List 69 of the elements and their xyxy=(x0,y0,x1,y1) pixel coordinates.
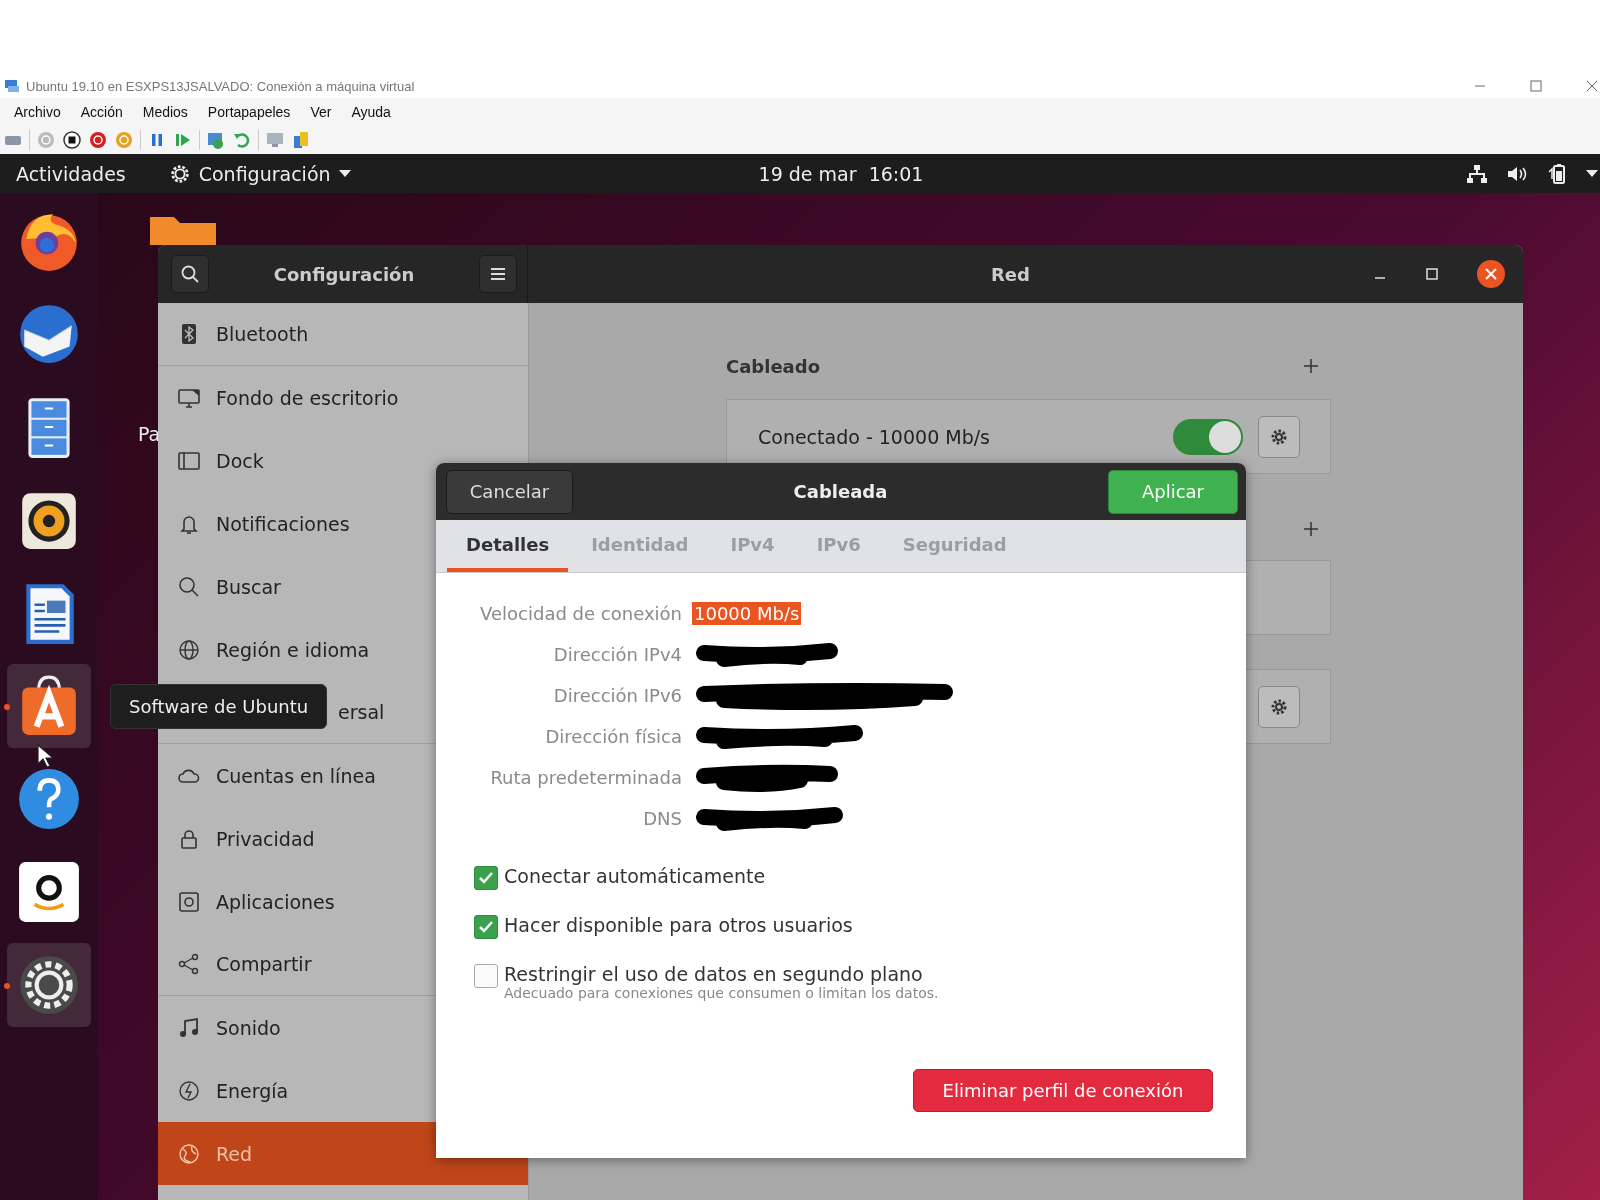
settings-button[interactable] xyxy=(1258,685,1300,728)
share-icon[interactable] xyxy=(291,130,311,150)
activities-button[interactable]: Actividades xyxy=(0,162,142,185)
menu-button[interactable] xyxy=(479,255,517,293)
sidebar-title: Configuración xyxy=(273,263,415,285)
globe-icon xyxy=(178,638,200,661)
sidebar-item[interactable]: Energía xyxy=(158,1059,528,1122)
connection-status: Conectado - 10000 Mb/s xyxy=(758,425,991,448)
caret-icon[interactable] xyxy=(1586,169,1598,178)
settings-button[interactable] xyxy=(1258,415,1300,458)
search-button[interactable] xyxy=(171,255,209,293)
shutdown-icon[interactable] xyxy=(88,130,108,150)
close-icon[interactable] xyxy=(1477,260,1505,288)
mouse-pointer-icon xyxy=(37,744,53,768)
menu-item[interactable]: Ver xyxy=(310,104,332,120)
battery-icon[interactable] xyxy=(1546,162,1568,185)
detail-label: Dirección IPv6 xyxy=(552,684,682,708)
apps-icon xyxy=(178,890,200,913)
menu-item[interactable]: Archivo xyxy=(14,104,61,120)
detail-label: Ruta predeterminada xyxy=(489,766,682,790)
clock[interactable]: 19 de mar 16:01 xyxy=(758,162,924,185)
toggle-switch[interactable] xyxy=(1173,418,1243,455)
shop-icon[interactable] xyxy=(16,859,82,925)
app-menu[interactable]: Configuración xyxy=(168,162,351,185)
desktop-icon-label[interactable]: Pa xyxy=(138,423,161,445)
network-icon xyxy=(178,1142,200,1165)
help-icon[interactable] xyxy=(16,766,82,832)
detail-label: Dirección física xyxy=(544,725,682,749)
stop-icon[interactable] xyxy=(62,130,82,150)
cancel-button[interactable]: Cancelar xyxy=(446,469,573,514)
undo-icon[interactable] xyxy=(232,130,252,150)
lock-icon xyxy=(178,827,200,850)
dock-icon xyxy=(178,449,200,472)
menu-item[interactable]: Acción xyxy=(80,104,123,120)
network-icon[interactable] xyxy=(1466,163,1488,184)
checkbox[interactable] xyxy=(474,915,498,939)
delete-button[interactable]: Eliminar perfil de conexión xyxy=(913,1069,1213,1112)
monitor-icon[interactable] xyxy=(265,130,285,150)
dialog-title: Cableada xyxy=(793,481,888,502)
checkbox-label[interactable]: Hacer disponible para otros usuarios xyxy=(504,914,853,936)
detail-label: Velocidad de conexión xyxy=(479,602,682,626)
menu-item[interactable]: Medios xyxy=(142,104,188,120)
tooltip: Software de Ubuntu xyxy=(110,684,328,729)
detail-label: Dirección IPv4 xyxy=(552,643,682,667)
power-icon xyxy=(178,1079,200,1102)
search-icon xyxy=(178,575,200,598)
checkpoint-icon[interactable] xyxy=(206,130,226,150)
menu-item[interactable]: Portapapeles xyxy=(207,104,291,120)
sidebar-item[interactable]: Bluetooth xyxy=(158,303,528,366)
search-icon xyxy=(180,264,200,284)
tab[interactable]: Detalles xyxy=(447,520,569,572)
checkbox[interactable] xyxy=(474,964,498,988)
gear-icon xyxy=(168,162,191,185)
add-icon[interactable] xyxy=(1303,521,1319,537)
add-icon[interactable] xyxy=(1303,358,1319,374)
sidebar-item[interactable]: Fondo de escritorio xyxy=(158,366,528,429)
vm-icon xyxy=(4,78,20,94)
section-heading: Cableado xyxy=(726,355,821,377)
caret-icon xyxy=(338,169,351,178)
background-icon xyxy=(178,386,200,409)
note-icon xyxy=(178,1016,200,1039)
window-title: Ubuntu 19.10 en ESXPS13JSALVADO: Conexión a máquina virtual xyxy=(26,78,415,94)
share-icon xyxy=(178,953,200,975)
checkbox[interactable] xyxy=(474,866,498,890)
maximize-icon[interactable] xyxy=(1530,80,1542,92)
detail-value: 10000 Mb/s xyxy=(692,602,802,625)
panel-title: Red xyxy=(991,263,1030,285)
menu-item[interactable]: Ayuda xyxy=(351,104,391,120)
detail-label: DNS xyxy=(642,807,682,831)
